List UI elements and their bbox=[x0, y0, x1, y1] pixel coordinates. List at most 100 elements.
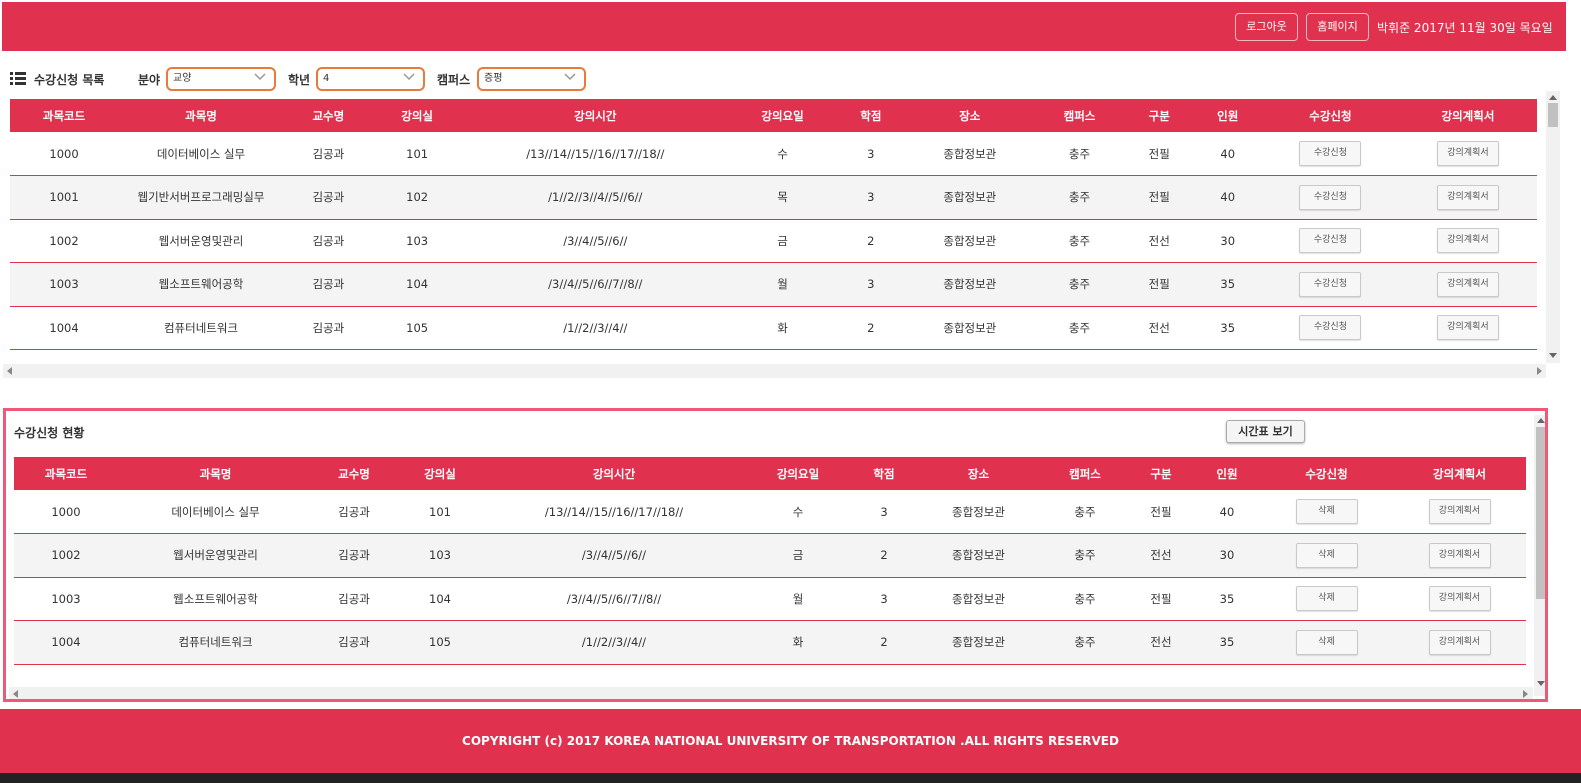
column-header: 장소 bbox=[915, 457, 1042, 490]
table-row: 1002 웹서버운영및관리 김공과 103/3//4//5//6//금 2 종합정보관 충주… bbox=[14, 533, 1526, 578]
action-cell: 수강신청 bbox=[1261, 262, 1399, 307]
syllabus-button[interactable]: 강의계획서 bbox=[1428, 499, 1491, 524]
capacity-cell: 35 bbox=[1194, 577, 1260, 621]
course-list-vertical-scrollbar[interactable] bbox=[1546, 91, 1560, 363]
scroll-up-icon[interactable] bbox=[1537, 418, 1545, 423]
enrollment-vertical-scrollbar[interactable] bbox=[1534, 415, 1545, 696]
delete-button[interactable]: 삭제 bbox=[1295, 629, 1358, 655]
enroll-button[interactable]: 수강신청 bbox=[1299, 184, 1362, 210]
professor-cell: 김공과 bbox=[313, 533, 395, 578]
place-cell: 종합정보관 bbox=[905, 175, 1035, 220]
table-header-row: 과목코드 과목명 교수명 강의실 강의시간 강의요일 학점 장소 캠퍼스 구분 인원 수강신청 강의계획… bbox=[14, 457, 1526, 490]
course-code-cell: 1001 bbox=[10, 175, 119, 220]
category-cell: 전필 bbox=[1128, 490, 1194, 534]
scroll-left-icon[interactable] bbox=[7, 367, 12, 375]
room-cell: 102 bbox=[372, 175, 462, 220]
campus-select-value: 증평 bbox=[484, 73, 503, 84]
syllabus-button[interactable]: 강의계획서 bbox=[1436, 228, 1499, 254]
grade-select[interactable]: 4 bbox=[316, 67, 425, 91]
syllabus-button[interactable]: 강의계획서 bbox=[1436, 271, 1499, 297]
column-header: 구분 bbox=[1128, 457, 1194, 490]
room-cell: 105 bbox=[372, 306, 462, 350]
column-header: 구분 bbox=[1124, 99, 1194, 132]
logout-button[interactable]: 로그아웃 bbox=[1235, 13, 1298, 41]
action-cell: 수강신청 bbox=[1261, 219, 1399, 263]
table-row: 1000 데이터베이스 실무 김공과 101/13//14//15//16//17//… bbox=[10, 132, 1537, 176]
plan-cell: 강의계획서 bbox=[1393, 577, 1526, 621]
professor-cell: 김공과 bbox=[283, 306, 373, 350]
syllabus-button[interactable]: 강의계획서 bbox=[1436, 315, 1499, 341]
place-cell: 종합정보관 bbox=[915, 620, 1042, 665]
course-name-cell: 웹서버운영및관리 bbox=[118, 219, 284, 263]
column-header: 강의요일 bbox=[729, 99, 837, 132]
enroll-button[interactable]: 수강신청 bbox=[1299, 271, 1362, 297]
column-header: 과목코드 bbox=[14, 457, 118, 490]
field-select[interactable]: 교양 bbox=[166, 67, 276, 91]
syllabus-button[interactable]: 강의계획서 bbox=[1428, 629, 1491, 655]
chevron-down-icon bbox=[403, 73, 415, 81]
professor-cell: 김공과 bbox=[283, 262, 373, 307]
capacity-cell: 40 bbox=[1193, 132, 1262, 176]
place-cell: 종합정보관 bbox=[905, 306, 1035, 350]
scroll-up-icon[interactable] bbox=[1549, 95, 1557, 100]
course-code-cell: 1004 bbox=[10, 306, 119, 350]
plan-cell: 강의계획서 bbox=[1393, 620, 1526, 665]
scroll-thumb[interactable] bbox=[1548, 103, 1558, 127]
enroll-button[interactable]: 수강신청 bbox=[1299, 315, 1362, 341]
plan-cell: 강의계획서 bbox=[1398, 175, 1537, 220]
column-header: 장소 bbox=[905, 99, 1035, 132]
place-cell: 종합정보관 bbox=[915, 533, 1042, 578]
table-row: 1004 컴퓨터네트워크 김공과 105/1//2//3//4//화 2 종합정보관 충주 전… bbox=[10, 306, 1537, 350]
enroll-button[interactable]: 수강신청 bbox=[1299, 228, 1362, 254]
place-cell: 종합정보관 bbox=[905, 262, 1035, 307]
lecture-day-cell: 화 bbox=[743, 620, 853, 665]
scroll-down-icon[interactable] bbox=[1549, 353, 1557, 358]
category-cell: 전필 bbox=[1128, 577, 1194, 621]
syllabus-button[interactable]: 강의계획서 bbox=[1428, 586, 1491, 612]
scroll-thumb[interactable] bbox=[1536, 427, 1545, 599]
action-cell: 삭제 bbox=[1260, 577, 1393, 621]
column-header: 교수명 bbox=[283, 99, 373, 132]
campus-select[interactable]: 증평 bbox=[477, 67, 586, 91]
scroll-right-icon[interactable] bbox=[1523, 690, 1528, 698]
column-header: 캠퍼스 bbox=[1042, 457, 1128, 490]
delete-button[interactable]: 삭제 bbox=[1295, 542, 1358, 568]
enroll-button[interactable]: 수강신청 bbox=[1299, 141, 1362, 166]
course-name-cell: 웹서버운영및관리 bbox=[118, 533, 313, 578]
campus-label: 캠퍼스 bbox=[437, 73, 471, 87]
professor-cell: 김공과 bbox=[283, 175, 373, 220]
enrollment-status-title: 수강신청 현황 bbox=[14, 426, 85, 440]
delete-button[interactable]: 삭제 bbox=[1295, 586, 1358, 612]
copyright-text: COPYRIGHT (c) 2017 KOREA NATIONAL UNIVER… bbox=[462, 734, 1119, 748]
lecture-time-cell: /3//4//5//6//7//8// bbox=[485, 577, 743, 621]
grade-select-value: 4 bbox=[323, 73, 330, 84]
syllabus-button[interactable]: 강의계획서 bbox=[1428, 542, 1491, 568]
credit-cell: 3 bbox=[836, 175, 906, 220]
view-timetable-button[interactable]: 시간표 보기 bbox=[1226, 420, 1305, 443]
syllabus-button[interactable]: 강의계획서 bbox=[1436, 141, 1499, 166]
column-header: 캠퍼스 bbox=[1034, 99, 1125, 132]
delete-button[interactable]: 삭제 bbox=[1295, 499, 1358, 524]
course-name-cell: 웹소프트웨어공학 bbox=[118, 262, 284, 307]
column-header: 강의계획서 bbox=[1398, 99, 1537, 132]
place-cell: 종합정보관 bbox=[915, 577, 1042, 621]
column-header: 강의시간 bbox=[485, 457, 743, 490]
syllabus-button[interactable]: 강의계획서 bbox=[1436, 184, 1499, 210]
credit-cell: 3 bbox=[836, 262, 906, 307]
enrollment-horizontal-scrollbar[interactable] bbox=[9, 687, 1533, 699]
scroll-right-icon[interactable] bbox=[1537, 367, 1542, 375]
lecture-day-cell: 화 bbox=[729, 306, 837, 350]
category-cell: 전선 bbox=[1124, 219, 1194, 263]
credit-cell: 2 bbox=[853, 620, 915, 665]
room-cell: 104 bbox=[395, 577, 485, 621]
capacity-cell: 35 bbox=[1193, 262, 1262, 307]
plan-cell: 강의계획서 bbox=[1398, 132, 1537, 176]
campus-cell: 충주 bbox=[1042, 490, 1128, 534]
course-list-horizontal-scrollbar[interactable] bbox=[3, 364, 1546, 378]
course-name-cell: 데이터베이스 실무 bbox=[118, 490, 313, 534]
lecture-time-cell: /3//4//5//6// bbox=[461, 219, 730, 263]
scroll-left-icon[interactable] bbox=[13, 690, 18, 698]
homepage-button[interactable]: 홈페이지 bbox=[1306, 13, 1369, 41]
column-header: 과목코드 bbox=[10, 99, 119, 132]
scroll-down-icon[interactable] bbox=[1537, 681, 1545, 686]
